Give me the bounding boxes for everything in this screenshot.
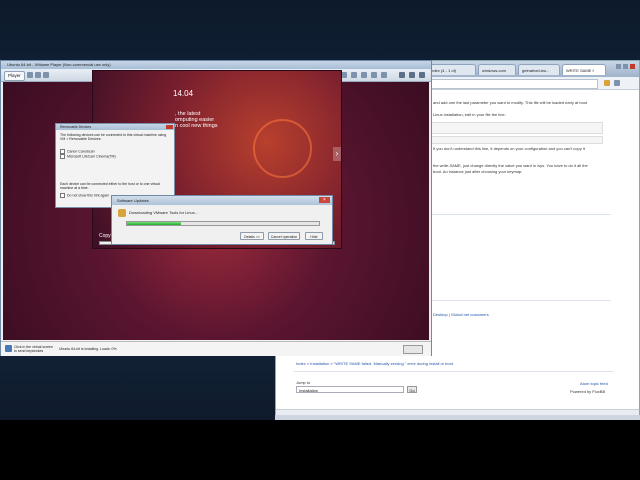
dont-show-checkbox[interactable]: Do not show this hint again <box>60 193 109 198</box>
hide-hint-button[interactable] <box>403 345 423 354</box>
code-block <box>431 136 603 144</box>
sound-icon[interactable] <box>361 72 367 78</box>
close-icon[interactable] <box>166 125 173 129</box>
star-icon[interactable] <box>604 80 610 86</box>
dialog-intro: The following devices can be connected t… <box>60 133 167 141</box>
hint-bar: Click in the virtual screen to send keys… <box>1 341 431 356</box>
go-button[interactable]: Go <box>407 386 417 393</box>
checkbox-icon[interactable] <box>60 193 65 198</box>
download-progress-fill <box>127 222 181 225</box>
window-controls[interactable] <box>616 64 636 72</box>
maximize-icon[interactable] <box>623 64 628 69</box>
unity-icon[interactable] <box>409 72 415 78</box>
dialog-title: Software Updates <box>112 196 332 205</box>
close-icon[interactable] <box>630 64 635 69</box>
code-block <box>431 122 603 134</box>
post-text-line: If you don't understand this line, it de… <box>433 146 585 151</box>
dialog-footer: Each device can be connected either to t… <box>60 182 160 190</box>
slideshow-text: , the latest omputing easier n cool new … <box>175 111 218 129</box>
post-text-line: and add one the last parameter you want … <box>433 100 588 105</box>
close-icon[interactable]: × <box>319 197 330 203</box>
footer-links[interactable]: Desktop | Global net customers <box>433 312 489 317</box>
hint-status: Ubuntu 64-bit is installing. Loads: 0% <box>59 347 117 351</box>
info-icon <box>5 345 12 352</box>
browser-tab[interactable]: windows.com <box>478 64 516 75</box>
minimize-icon[interactable] <box>616 64 621 69</box>
hint-text: Click in the virtual screen to send keys… <box>14 345 53 353</box>
dialog-title: Removable Devices <box>56 124 174 130</box>
software-updates-dialog[interactable]: Software Updates × Downloading VMware To… <box>111 195 333 245</box>
breadcrumb[interactable]: Index » Installation » "WRITE SAME faile… <box>296 361 453 366</box>
powered-by: Powered by FluxBB <box>570 389 606 394</box>
browser-tab[interactable]: getnative/ubu... <box>518 64 560 75</box>
cancel-operation-button[interactable]: Cancel operation <box>268 232 300 240</box>
download-message: Downloading VMware Tools for Linux... <box>129 210 199 215</box>
atom-feed-link[interactable]: Atom topic feed <box>580 381 608 386</box>
fullscreen-icon[interactable] <box>43 72 49 78</box>
settings-icon[interactable] <box>419 72 425 78</box>
ubuntu-version: 14.04 <box>173 89 194 98</box>
cd-icon[interactable] <box>351 72 357 78</box>
download-progress-bar <box>126 221 320 226</box>
divider <box>431 214 611 215</box>
jump-label: Jump to <box>296 380 311 385</box>
player-menu-button[interactable]: Player <box>4 71 25 81</box>
post-text-line: the write-SAME, just change directly the… <box>433 163 588 168</box>
slide-line: n cool new things <box>175 123 218 129</box>
browser-tab-active[interactable]: WRITE SAME f <box>562 64 606 75</box>
message-icon[interactable] <box>399 72 405 78</box>
jump-select[interactable]: Installation <box>296 386 404 393</box>
divider <box>294 371 614 372</box>
display-icon[interactable] <box>381 72 387 78</box>
menu-icon[interactable] <box>614 80 620 86</box>
details-button[interactable]: Details >> <box>240 232 264 240</box>
hide-button[interactable]: Hide <box>305 232 323 240</box>
device-icon <box>60 154 65 159</box>
chevron-right-icon[interactable]: › <box>333 147 341 161</box>
heart-logo-icon <box>253 119 312 178</box>
address-bar[interactable] <box>426 79 598 89</box>
vmware-tools-icon <box>118 209 126 217</box>
send-keys-icon[interactable] <box>35 72 41 78</box>
pause-icon[interactable] <box>27 72 33 78</box>
window-title: Ubuntu 64-bit - VMware Player (Non-comme… <box>1 61 431 69</box>
taskbar <box>275 415 640 420</box>
post-text-line: boot. An instance just after choosing yo… <box>433 169 523 174</box>
post-text-line: Linux installation, edit in your file th… <box>433 112 506 117</box>
divider <box>431 300 611 301</box>
letterbox-bar <box>0 420 640 480</box>
browser-tab[interactable]: Index (4 - 1 of) <box>426 64 476 75</box>
printer-icon[interactable] <box>371 72 377 78</box>
device-item: Microsoft LifeCam Cinema(TM) <box>60 154 116 159</box>
